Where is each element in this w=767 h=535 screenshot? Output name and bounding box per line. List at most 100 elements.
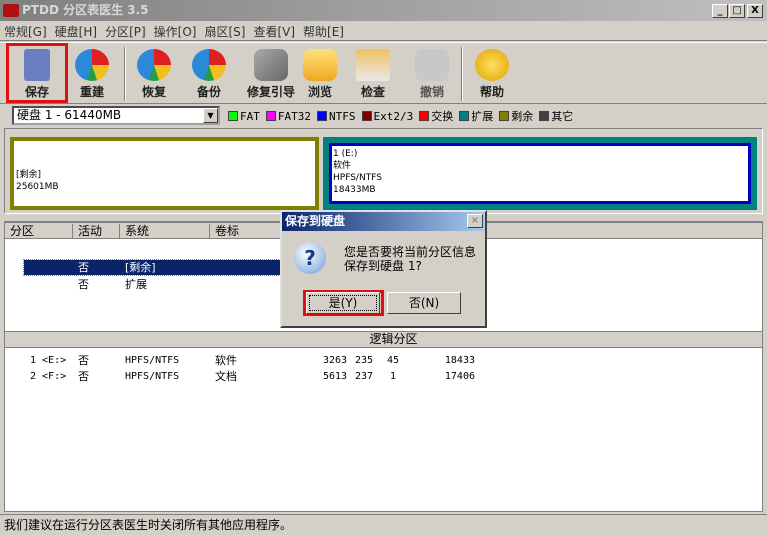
col-partition[interactable]: 分区 <box>5 224 73 239</box>
table-row[interactable]: 否 扩展 <box>24 277 284 292</box>
cell-active: 否 <box>78 370 89 383</box>
save-highlight <box>6 43 68 103</box>
dialog-message: 您是否要将当前分区信息 保存到硬盘 1? <box>344 245 476 273</box>
maximize-button[interactable]: □ <box>729 4 745 18</box>
legend-swatch <box>539 111 550 121</box>
cell-cylinder: 3263 <box>323 355 348 366</box>
logical-partition-header: 逻辑分区 <box>5 331 762 348</box>
legend: FAT FAT32 NTFS Ext2/3 交换 扩展 剩余 其它 <box>228 108 579 124</box>
col-active[interactable]: 活动 <box>73 224 120 239</box>
cell-partition: 2 <F:> <box>30 371 67 382</box>
cell-label: 文档 <box>215 370 237 383</box>
menu-disk[interactable]: 硬盘[H] <box>51 21 101 42</box>
status-text: 我们建议在运行分区表医生时关闭所有其他应用程序。 <box>4 518 293 532</box>
free-label: [剩余] <box>16 170 42 180</box>
logical-header-label: 逻辑分区 <box>369 332 418 346</box>
pie-chart-restore-icon <box>137 49 171 81</box>
table-row[interactable]: 1 <E:> 否 HPFS/NTFS 软件 3263 235 45 18433 <box>5 353 762 368</box>
window-title: PTDD 分区表医生 3.5 <box>22 3 149 17</box>
legend-label: 剩余 <box>511 110 534 123</box>
partition-extended[interactable]: 1 (E:) 软件 HPFS/NTFS 18433MB <box>323 137 757 210</box>
col-system[interactable]: 系统 <box>120 224 210 239</box>
table-row[interactable]: 2 <F:> 否 HPFS/NTFS 文档 5613 237 1 17406 <box>5 369 762 384</box>
partition-free[interactable]: [剩余] 25601MB <box>10 137 319 210</box>
menu-partition[interactable]: 分区[P] <box>101 21 150 42</box>
rebuild-button[interactable]: 重建 <box>64 45 120 103</box>
toolbar: 保存 重建 恢复 备份 修复引导 浏览 检查 撤销 帮助 <box>0 42 767 104</box>
dialog-title-bar: 保存到硬盘 × <box>282 212 485 231</box>
tools-icon <box>254 49 288 81</box>
document-check-icon <box>356 49 390 81</box>
legend-item: Ext2/3 <box>361 110 414 123</box>
folder-icon <box>303 49 337 81</box>
help-button[interactable]: 帮助 <box>464 45 520 103</box>
legend-swatch <box>499 111 510 121</box>
backup-button[interactable]: 备份 <box>181 45 237 103</box>
legend-label: 交换 <box>431 110 454 123</box>
legend-swatch <box>361 111 372 121</box>
chevron-down-icon[interactable]: ▼ <box>203 108 218 123</box>
disk-select-value: 硬盘 1 - 61440MB <box>17 108 122 122</box>
legend-label: 扩展 <box>471 110 494 123</box>
menu-help[interactable]: 帮助[E] <box>299 21 348 42</box>
browse-button[interactable]: 浏览 <box>292 45 348 103</box>
legend-item: NTFS <box>317 110 356 123</box>
part1-size: 18433MB <box>333 185 376 195</box>
minimize-button[interactable]: _ <box>712 4 728 18</box>
cell-label: 软件 <box>215 354 237 367</box>
check-button[interactable]: 检查 <box>345 45 401 103</box>
disk-row: 硬盘 1 - 61440MB ▼ FAT FAT32 NTFS Ext2/3 交换 扩展 剩余… <box>0 104 767 126</box>
legend-label: FAT <box>240 110 260 123</box>
table-row[interactable]: 否 [剩余] <box>23 259 285 276</box>
cell-system: 扩展 <box>125 278 147 291</box>
legend-label: NTFS <box>329 110 356 123</box>
cell-active: 否 <box>78 278 89 291</box>
close-button[interactable]: X <box>747 4 763 18</box>
cell-system: HPFS/NTFS <box>125 355 180 366</box>
toolbar-separator <box>461 47 463 101</box>
cell-active: 否 <box>78 354 89 367</box>
cell-size: 17406 <box>444 371 475 382</box>
legend-swatch <box>265 111 276 121</box>
legend-item: 其它 <box>539 108 573 124</box>
question-mark-icon <box>475 49 509 81</box>
menu-operation[interactable]: 操作[O] <box>150 21 201 42</box>
undo-arrow-icon <box>415 49 449 81</box>
save-dialog: 保存到硬盘 × ? 您是否要将当前分区信息 保存到硬盘 1? 是(Y) 否(N) <box>280 210 487 328</box>
cell-size: 18433 <box>444 355 475 366</box>
disk-map: [剩余] 25601MB 1 (E:) 软件 HPFS/NTFS 18433MB <box>4 128 763 214</box>
menu-bar: 常规[G] 硬盘[H] 分区[P] 操作[O] 扇区[S] 查看[V] 帮助[E] <box>0 21 767 41</box>
no-button[interactable]: 否(N) <box>387 292 461 314</box>
title-bar: PTDD 分区表医生 3.5 <box>0 0 767 21</box>
cell-partition: 1 <E:> <box>30 355 67 366</box>
legend-item: FAT32 <box>265 110 311 123</box>
cell-head: 237 <box>355 371 374 382</box>
legend-label: Ext2/3 <box>373 110 414 123</box>
dialog-title: 保存到硬盘 <box>285 214 346 228</box>
menu-view[interactable]: 查看[V] <box>249 21 299 42</box>
cell-sector: 45 <box>386 355 400 366</box>
legend-item: 扩展 <box>459 108 493 124</box>
cell-system: [剩余] <box>125 261 156 274</box>
cell-active: 否 <box>78 261 89 274</box>
dialog-close-button[interactable]: × <box>467 214 483 228</box>
app-icon <box>3 4 19 17</box>
partition-e[interactable]: 1 (E:) 软件 HPFS/NTFS 18433MB <box>329 143 751 204</box>
part1-fs: HPFS/NTFS <box>333 173 382 183</box>
cell-cylinder: 5613 <box>323 371 348 382</box>
yes-button[interactable]: 是(Y) <box>306 292 380 314</box>
menu-general[interactable]: 常规[G] <box>0 21 51 42</box>
part1-name: 1 (E:) <box>333 149 358 159</box>
legend-label: FAT32 <box>277 110 311 123</box>
free-size: 25601MB <box>16 182 59 192</box>
legend-swatch <box>317 111 327 121</box>
status-bar: 我们建议在运行分区表医生时关闭所有其他应用程序。 <box>0 514 767 534</box>
menu-sector[interactable]: 扇区[S] <box>200 21 249 42</box>
undo-button[interactable]: 撤销 <box>404 45 460 103</box>
pie-chart-gear-icon <box>75 49 109 81</box>
legend-item: 交换 <box>419 108 453 124</box>
disk-select[interactable]: 硬盘 1 - 61440MB ▼ <box>12 106 220 125</box>
restore-button[interactable]: 恢复 <box>126 45 182 103</box>
message-line1: 您是否要将当前分区信息 <box>344 245 477 259</box>
legend-label: 其它 <box>551 110 574 123</box>
